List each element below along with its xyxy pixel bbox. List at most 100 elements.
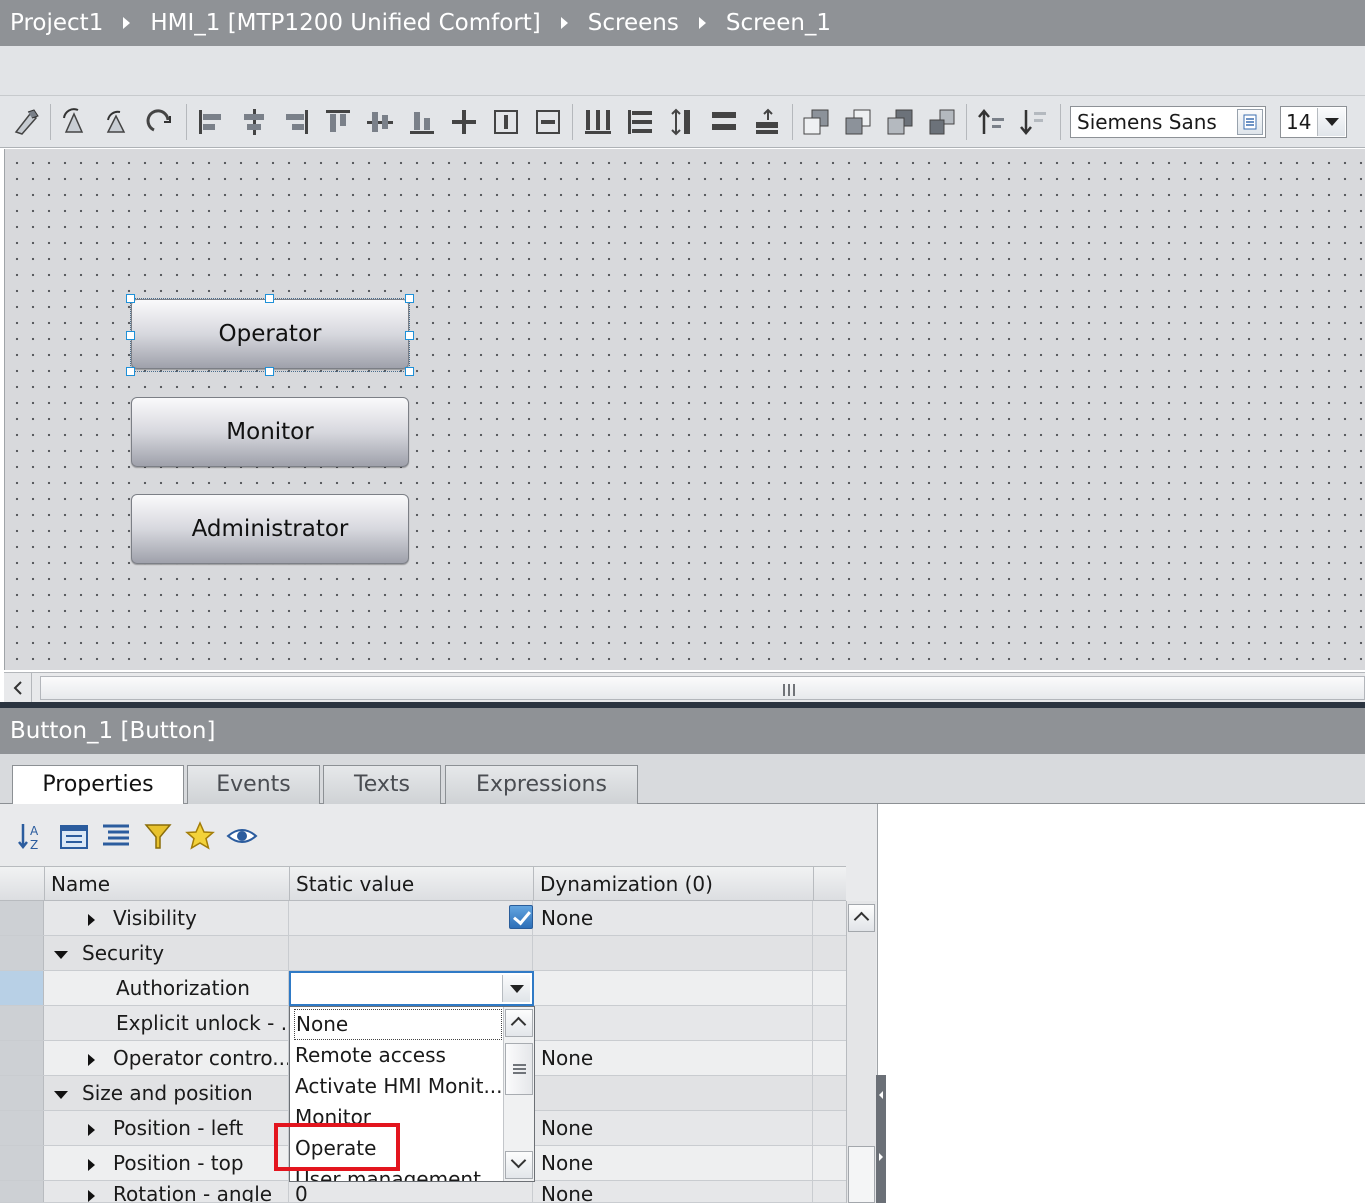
scroll-up-button[interactable] — [848, 904, 875, 932]
operator-button[interactable]: Operator — [131, 299, 409, 369]
dropdown-option-operate[interactable]: Operate — [294, 1133, 502, 1164]
expand-right-icon[interactable] — [88, 1189, 95, 1202]
expand-down-icon[interactable] — [54, 1090, 68, 1099]
sort-down-icon[interactable] — [1018, 106, 1050, 138]
redo-icon[interactable] — [144, 106, 176, 138]
property-dynamization[interactable]: None — [533, 1111, 813, 1145]
dropdown-option-none[interactable]: None — [294, 1009, 502, 1040]
equal-width-icon[interactable] — [708, 106, 740, 138]
fit-size-icon[interactable] — [532, 106, 564, 138]
resize-handle-sw[interactable] — [126, 367, 135, 376]
pointer-icon[interactable] — [10, 106, 42, 138]
property-dynamization[interactable]: None — [533, 1041, 813, 1075]
sort-az-icon[interactable]: AZ — [16, 820, 48, 852]
tab-events[interactable]: Events — [187, 765, 320, 804]
breadcrumb-separator-icon — [698, 17, 706, 29]
monitor-button[interactable]: Monitor — [131, 397, 409, 467]
align-top-icon[interactable] — [322, 106, 354, 138]
dropdown-option-user-management[interactable]: User management — [294, 1164, 502, 1181]
property-row-visibility[interactable]: Visibility None — [0, 901, 846, 936]
toolbar-separator — [1060, 104, 1061, 140]
resize-handle-se[interactable] — [405, 367, 414, 376]
tab-texts[interactable]: Texts — [323, 765, 441, 804]
property-dynamization[interactable]: None — [533, 1181, 813, 1202]
distribute-v-icon[interactable] — [624, 106, 656, 138]
authorization-dropdown-list[interactable]: None Remote access Activate HMI Monit...… — [289, 1006, 535, 1182]
dropdown-scroll-down-button[interactable] — [505, 1151, 533, 1179]
group-icon[interactable] — [58, 820, 90, 852]
eye-icon[interactable] — [226, 820, 258, 852]
property-static-value[interactable] — [289, 901, 533, 935]
resize-handle-n[interactable] — [265, 294, 274, 303]
font-list-icon[interactable] — [1237, 109, 1263, 135]
panel-collapse-handle[interactable] — [876, 1075, 886, 1203]
visibility-checkbox[interactable] — [509, 905, 533, 929]
undo-icon[interactable] — [100, 106, 132, 138]
dropdown-scrollbar[interactable] — [503, 1007, 534, 1181]
tab-properties[interactable]: Properties — [12, 765, 184, 805]
dropdown-option-remote-access[interactable]: Remote access — [294, 1040, 502, 1071]
distribute-h-icon[interactable] — [582, 106, 614, 138]
list-icon[interactable] — [100, 820, 132, 852]
dropdown-scroll-up-button[interactable] — [505, 1009, 533, 1037]
favorite-icon[interactable] — [184, 820, 216, 852]
send-back-icon[interactable] — [926, 106, 958, 138]
dropdown-option-monitor[interactable]: Monitor — [294, 1102, 502, 1133]
scroll-thumb[interactable] — [40, 676, 1365, 700]
property-dynamization[interactable]: None — [533, 901, 813, 935]
property-dynamization[interactable] — [533, 971, 813, 1005]
resize-handle-nw[interactable] — [126, 294, 135, 303]
resize-handle-s[interactable] — [265, 367, 274, 376]
align-left-icon[interactable] — [195, 106, 227, 138]
column-static-value[interactable]: Static value — [289, 867, 533, 901]
administrator-button[interactable]: Administrator — [131, 494, 409, 564]
authorization-combobox[interactable] — [289, 971, 534, 1006]
breadcrumb-project[interactable]: Project1 — [10, 10, 103, 36]
canvas-horizontal-scrollbar[interactable] — [4, 672, 1365, 703]
expand-right-icon[interactable] — [88, 913, 95, 926]
breadcrumb-screen[interactable]: Screen_1 — [726, 10, 831, 36]
resize-handle-e[interactable] — [405, 331, 414, 340]
breadcrumb-screens[interactable]: Screens — [588, 10, 679, 36]
sort-up-icon[interactable] — [976, 106, 1008, 138]
property-dynamization[interactable] — [533, 1006, 813, 1040]
property-static-value[interactable]: 0 — [289, 1181, 533, 1202]
bring-front-icon[interactable] — [800, 106, 832, 138]
align-middle-icon[interactable] — [364, 106, 396, 138]
bring-forward-icon[interactable] — [842, 106, 874, 138]
scroll-left-button[interactable] — [4, 673, 32, 703]
equal-height-icon[interactable] — [666, 106, 698, 138]
align-bottom-icon[interactable] — [406, 106, 438, 138]
resize-handle-w[interactable] — [126, 331, 135, 340]
dropdown-option-activate-hmi-monitor[interactable]: Activate HMI Monit... — [294, 1071, 502, 1102]
filter-icon[interactable] — [142, 820, 174, 852]
property-group-security[interactable]: Security — [0, 936, 846, 971]
properties-vertical-scrollbar[interactable] — [846, 901, 876, 1203]
center-icon[interactable] — [448, 106, 480, 138]
equal-size-icon[interactable] — [750, 106, 782, 138]
send-backward-icon[interactable] — [884, 106, 916, 138]
breadcrumb-device[interactable]: HMI_1 [MTP1200 Unified Comfort] — [150, 10, 540, 36]
scroll-thumb[interactable] — [848, 1146, 875, 1203]
align-right-icon[interactable] — [280, 106, 312, 138]
column-dynamization[interactable]: Dynamization (0) — [533, 867, 813, 901]
property-extra — [813, 1041, 846, 1075]
expand-right-icon[interactable] — [88, 1158, 95, 1171]
font-family-select[interactable]: Siemens Sans — [1070, 106, 1266, 138]
column-name[interactable]: Name — [44, 867, 289, 901]
expand-right-icon[interactable] — [88, 1053, 95, 1066]
chevron-down-icon[interactable] — [502, 975, 530, 1002]
expand-down-icon[interactable] — [54, 950, 68, 959]
dropdown-scroll-thumb[interactable] — [505, 1043, 533, 1095]
expand-right-icon[interactable] — [88, 1123, 95, 1136]
breadcrumb: Project1 HMI_1 [MTP1200 Unified Comfort]… — [0, 0, 1365, 46]
tab-expressions[interactable]: Expressions — [445, 765, 638, 804]
align-center-icon[interactable] — [238, 106, 270, 138]
rotate-left-icon[interactable] — [58, 106, 90, 138]
resize-handle-ne[interactable] — [405, 294, 414, 303]
property-row-rotation-angle[interactable]: Rotation - angle 0 None — [0, 1181, 846, 1203]
fit-icon[interactable] — [490, 106, 522, 138]
chevron-down-icon[interactable] — [1317, 108, 1345, 136]
property-dynamization[interactable]: None — [533, 1146, 813, 1180]
font-size-select[interactable]: 14 — [1280, 106, 1347, 138]
